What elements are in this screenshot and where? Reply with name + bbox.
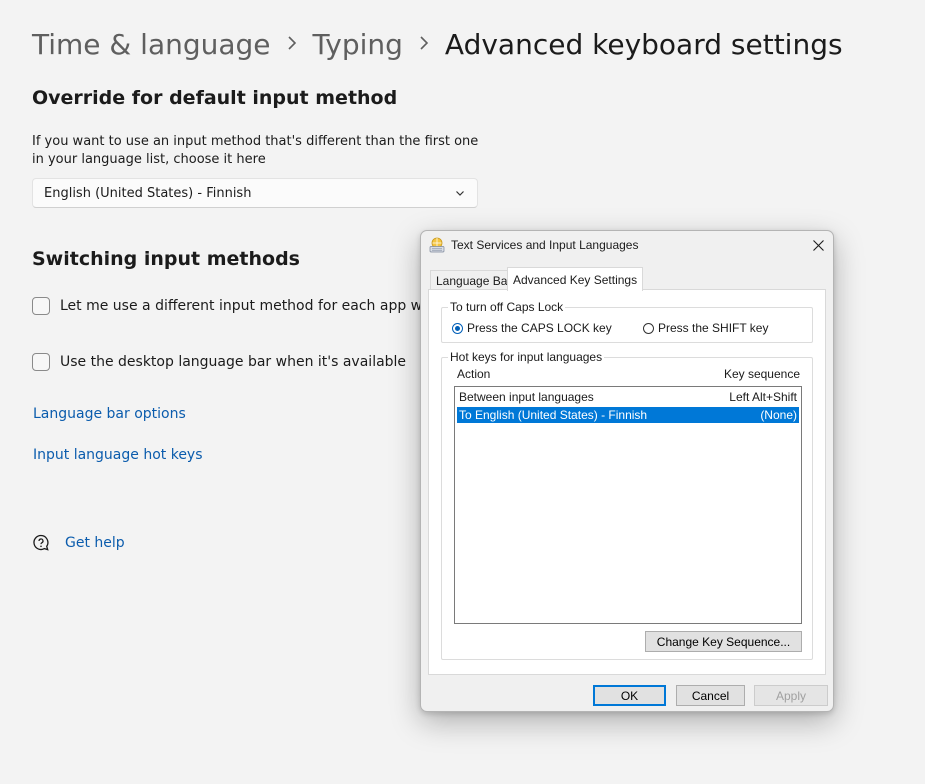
hotkey-action: Between input languages (459, 390, 594, 404)
dialog-title: Text Services and Input Languages (451, 238, 639, 252)
apply-button[interactable]: Apply (754, 685, 828, 706)
page-title: Advanced keyboard settings (444, 27, 843, 61)
language-bar-options-link[interactable]: Language bar options (33, 406, 186, 422)
breadcrumb-typing[interactable]: Typing (313, 28, 403, 61)
shift-key-label: Press the SHIFT key (658, 321, 769, 335)
tab-advanced-key-settings[interactable]: Advanced Key Settings (507, 267, 644, 291)
hotkey-sequence: Left Alt+Shift (729, 390, 797, 404)
breadcrumb-time-language[interactable]: Time & language (32, 28, 271, 61)
input-method-selected-value: English (United States) - Finnish (44, 185, 252, 201)
chevron-right-icon (287, 34, 297, 55)
keyboard-globe-icon (429, 237, 445, 253)
override-description: If you want to use an input method that'… (32, 134, 479, 167)
text-services-dialog: Text Services and Input Languages Langua… (420, 230, 834, 712)
change-key-sequence-button[interactable]: Change Key Sequence... (645, 631, 802, 652)
shift-key-radio[interactable] (643, 322, 654, 334)
cancel-button[interactable]: Cancel (676, 685, 745, 706)
caps-lock-key-radio[interactable] (452, 322, 463, 334)
list-item[interactable]: To English (United States) - Finnish (No… (457, 407, 799, 423)
override-section-title: Override for default input method (32, 87, 398, 109)
ok-button[interactable]: OK (593, 685, 666, 706)
caps-lock-key-label: Press the CAPS LOCK key (467, 321, 612, 335)
per-app-input-label: Let me use a different input method for … (60, 298, 464, 314)
help-chat-icon (33, 534, 49, 551)
desktop-language-bar-checkbox[interactable] (32, 353, 50, 371)
hotkeys-group-label: Hot keys for input languages (448, 350, 605, 364)
list-item[interactable]: Between input languages Left Alt+Shift (457, 389, 799, 405)
close-icon (812, 239, 824, 251)
hotkey-sequence: (None) (760, 408, 797, 422)
caps-lock-group-label: To turn off Caps Lock (448, 300, 566, 314)
key-sequence-column-header: Key sequence (723, 367, 800, 381)
tab-language-bar[interactable]: Language Bar (430, 270, 518, 290)
caps-lock-group: To turn off Caps Lock Press the CAPS LOC… (441, 300, 813, 343)
per-app-input-checkbox[interactable] (32, 297, 50, 315)
action-column-header: Action (457, 367, 491, 381)
input-language-hot-keys-link[interactable]: Input language hot keys (33, 447, 203, 463)
hotkeys-group: Hot keys for input languages Action Key … (441, 350, 813, 660)
switching-section-title: Switching input methods (32, 248, 300, 270)
get-help-row[interactable]: Get help (32, 534, 125, 552)
shift-key-option[interactable]: Press the SHIFT key (643, 321, 768, 335)
dialog-close-button[interactable] (807, 234, 829, 256)
breadcrumb: Time & language Typing Advanced keyboard… (32, 22, 843, 66)
dialog-titlebar[interactable]: Text Services and Input Languages (421, 231, 833, 259)
input-method-dropdown[interactable]: English (United States) - Finnish (32, 178, 478, 208)
get-help-link[interactable]: Get help (65, 535, 125, 551)
advanced-key-settings-panel: To turn off Caps Lock Press the CAPS LOC… (428, 289, 826, 675)
caps-lock-key-option[interactable]: Press the CAPS LOCK key (452, 321, 612, 335)
per-app-input-checkbox-row[interactable]: Let me use a different input method for … (32, 297, 464, 315)
desktop-language-bar-label: Use the desktop language bar when it's a… (60, 354, 407, 370)
chevron-right-icon (419, 34, 429, 55)
chevron-down-icon (456, 191, 464, 196)
hotkeys-listbox[interactable]: Between input languages Left Alt+Shift T… (454, 386, 802, 624)
hotkey-action: To English (United States) - Finnish (459, 408, 648, 422)
desktop-language-bar-checkbox-row[interactable]: Use the desktop language bar when it's a… (32, 353, 406, 371)
